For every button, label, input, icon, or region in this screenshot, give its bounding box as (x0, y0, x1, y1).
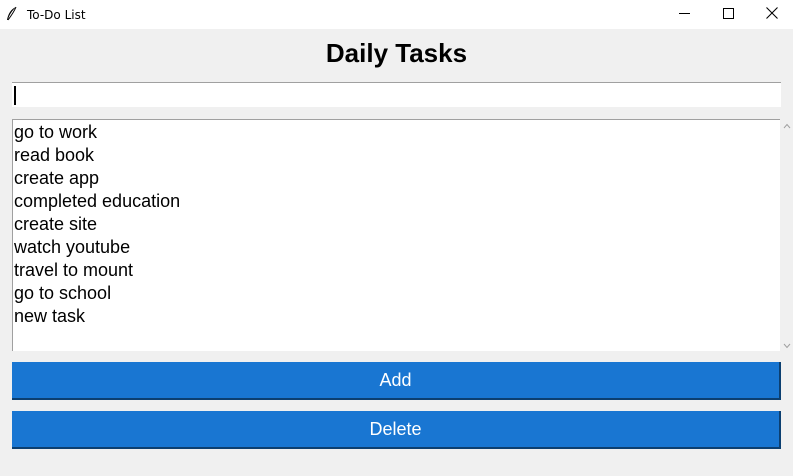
task-input[interactable] (12, 82, 781, 107)
list-item[interactable]: new task (13, 305, 780, 328)
close-icon (766, 6, 778, 24)
task-list[interactable]: go to work read book create app complete… (12, 119, 780, 351)
minimize-icon (678, 6, 690, 24)
list-item[interactable]: read book (13, 144, 780, 167)
page-title: Daily Tasks (325, 38, 468, 68)
maximize-icon (722, 6, 734, 24)
list-item[interactable]: watch youtube (13, 236, 780, 259)
list-item[interactable]: completed education (13, 190, 780, 213)
list-item[interactable]: go to school (13, 282, 780, 305)
add-button[interactable]: Add (12, 362, 781, 400)
list-item[interactable]: create site (13, 213, 780, 236)
list-item[interactable]: go to work (13, 121, 780, 144)
close-button[interactable] (749, 0, 793, 29)
window-title: To-Do List (27, 8, 86, 22)
window-titlebar[interactable]: To-Do List (0, 0, 793, 29)
maximize-button[interactable] (705, 0, 751, 29)
text-caret (14, 86, 16, 105)
task-list-scrollbar[interactable] (781, 119, 793, 351)
list-item[interactable]: create app (13, 167, 780, 190)
scroll-up-arrow-icon[interactable] (781, 119, 793, 131)
minimize-button[interactable] (661, 0, 707, 29)
feather-icon (5, 6, 19, 22)
list-item[interactable]: travel to mount (13, 259, 780, 282)
scroll-down-arrow-icon[interactable] (781, 339, 793, 351)
delete-button[interactable]: Delete (12, 411, 781, 449)
